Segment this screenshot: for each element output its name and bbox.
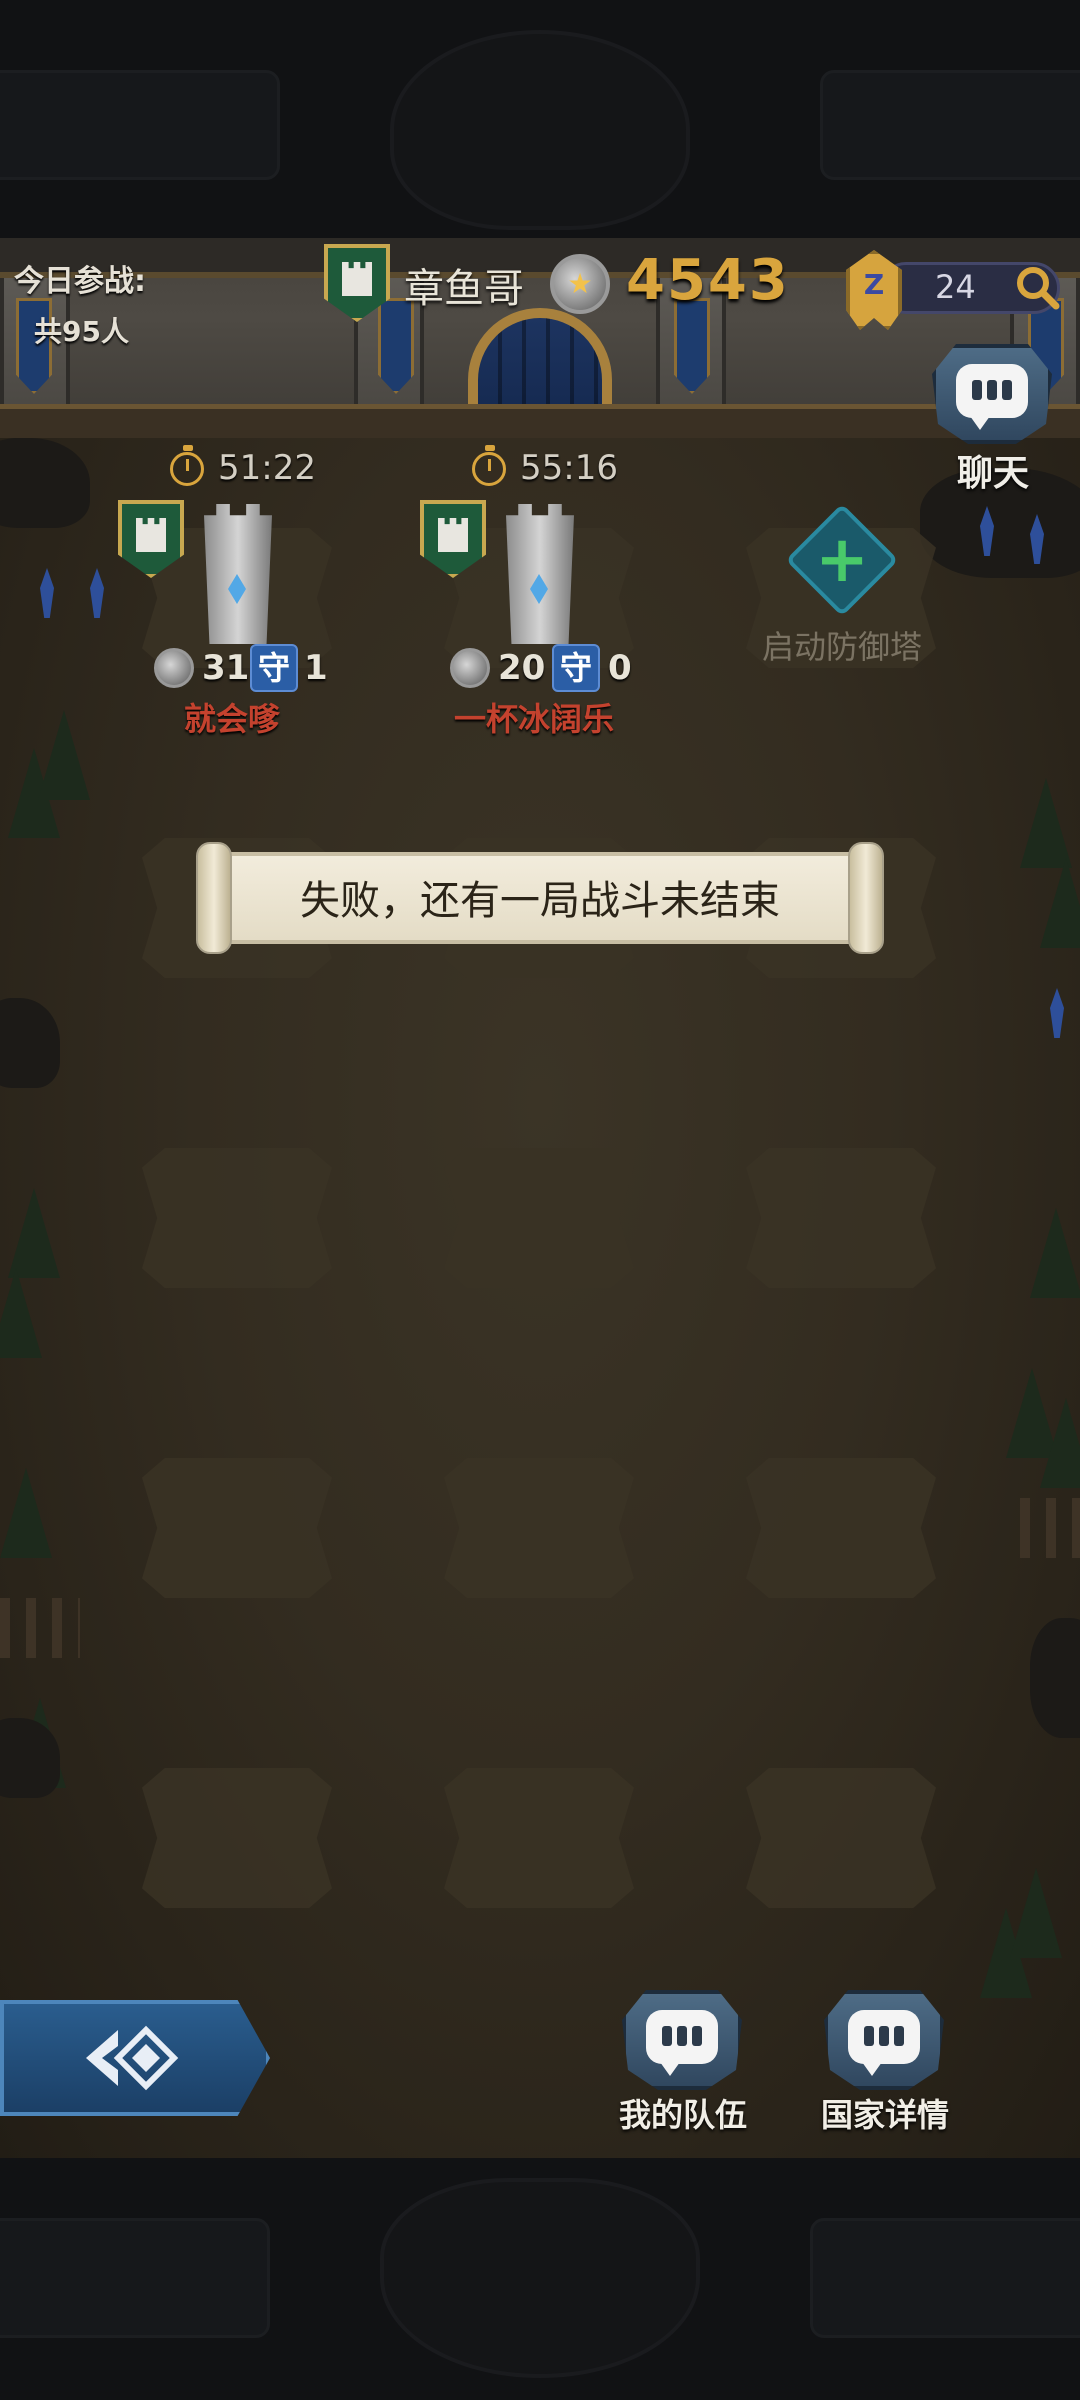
tower-slot[interactable] — [746, 1458, 936, 1598]
crystal — [90, 568, 104, 618]
chat-bubble-icon — [848, 2010, 920, 2076]
pine-tree — [1040, 858, 1080, 948]
tower-icon — [438, 518, 468, 552]
player-score: 4543 — [626, 248, 790, 313]
nation-details-label: 国家详情 — [820, 2096, 949, 2134]
guard-count: 1 — [304, 648, 328, 688]
dim-emblem — [390, 30, 690, 230]
level-medal-icon — [154, 648, 194, 688]
defense-tower[interactable] — [186, 494, 286, 644]
guard-tag: 守 — [552, 644, 600, 692]
my-team-button[interactable]: 我的队伍 — [608, 1990, 758, 2140]
medal-icon — [550, 254, 610, 314]
pine-tree — [0, 1468, 52, 1558]
chat-bubble-icon — [646, 2010, 718, 2076]
rock — [0, 998, 60, 1088]
tower-level: 20 — [498, 648, 546, 688]
tower-slot[interactable] — [444, 1148, 634, 1288]
toast-message: 失败，还有一局战斗未结束 — [300, 878, 780, 924]
tower-slot[interactable] — [746, 1768, 936, 1908]
guard-count: 0 — [608, 648, 632, 688]
dim-panel-right — [810, 2218, 1080, 2338]
pine-tree — [1040, 1398, 1080, 1488]
tower-slot[interactable] — [142, 1458, 332, 1598]
tower-slot[interactable] — [142, 1148, 332, 1288]
back-arrow-icon — [86, 2025, 179, 2091]
scroll-toast: 失败，还有一局战斗未结束 — [196, 842, 884, 954]
tower-slot[interactable] — [444, 1458, 634, 1598]
dim-emblem — [380, 2178, 700, 2378]
plus-icon: + — [815, 523, 869, 597]
tower-slot[interactable] — [142, 1768, 332, 1908]
rank-value: 24 — [935, 268, 976, 306]
dim-panel-right — [820, 70, 1080, 180]
chat-button[interactable]: 聊天 — [926, 344, 1060, 494]
dim-panel-left — [0, 70, 280, 180]
chat-bubble-icon — [956, 364, 1028, 430]
fence — [1020, 1498, 1080, 1558]
pine-tree — [38, 710, 90, 800]
tower-icon — [342, 262, 372, 296]
tower-icon — [136, 518, 166, 552]
tower-slot[interactable] — [444, 1768, 634, 1908]
bottom-frame — [0, 2158, 1080, 2400]
tower-owner: 就会嗲 — [184, 700, 281, 738]
tower-slot[interactable] — [746, 1148, 936, 1288]
pine-tree — [1020, 778, 1072, 868]
chat-label: 聊天 — [956, 453, 1029, 494]
add-tower-label: 启动防御塔 — [761, 628, 922, 666]
daily-count: 共95人 — [34, 315, 129, 348]
tower-timer: 51:22 — [218, 448, 316, 488]
tower-owner: 一杯冰阔乐 — [454, 700, 615, 738]
crystal — [40, 568, 54, 618]
timer-icon — [472, 445, 506, 486]
timer-icon — [170, 445, 204, 486]
my-team-label: 我的队伍 — [618, 2096, 747, 2134]
pine-tree — [8, 1188, 60, 1278]
pine-tree — [1030, 1208, 1080, 1298]
daily-participants: 今日参战: 共95人 — [14, 256, 146, 350]
pine-tree — [0, 1268, 42, 1358]
nation-details-button[interactable]: 国家详情 — [810, 1990, 960, 2140]
tower-timer: 55:16 — [520, 448, 618, 488]
crystal — [1050, 988, 1064, 1038]
player-name: 章鱼哥 — [404, 266, 524, 312]
tower-level: 31 — [202, 648, 250, 688]
pine-tree — [1010, 1868, 1062, 1958]
guard-tag: 守 — [250, 644, 298, 692]
daily-label: 今日参战: — [14, 264, 146, 299]
fence — [0, 1598, 80, 1658]
top-frame — [0, 0, 1080, 238]
rock — [1030, 1618, 1080, 1738]
search-icon[interactable] — [1014, 264, 1060, 310]
level-medal-icon — [450, 648, 490, 688]
defense-tower[interactable] — [488, 494, 588, 644]
dim-panel-left — [0, 2218, 270, 2338]
rock — [0, 438, 90, 528]
